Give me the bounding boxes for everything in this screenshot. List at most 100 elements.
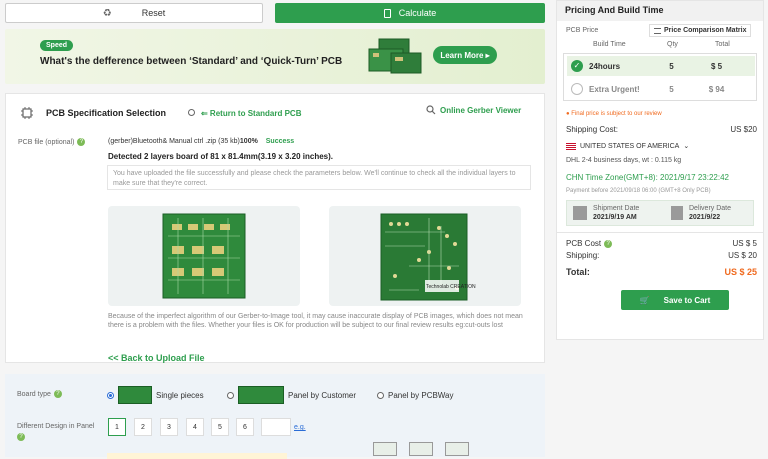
design-in-panel-label: Different Design in Panel ?	[17, 422, 97, 442]
divider	[557, 232, 763, 233]
promo-banner[interactable]: Speed What's the defference between ‘Sta…	[5, 29, 545, 84]
pcb-stack-image	[368, 38, 422, 74]
reset-label: Reset	[141, 8, 166, 18]
pcb-file-label: PCB file (optional) ?	[18, 138, 86, 146]
save-to-cart-label: Save to Cart	[663, 295, 711, 305]
gerber-viewer-link[interactable]: Online Gerber Viewer	[426, 105, 521, 115]
help-icon[interactable]: ?	[53, 390, 62, 398]
help-icon[interactable]: ?	[17, 433, 25, 441]
build-time-24h: 24hours	[589, 61, 621, 71]
delivery-icon	[671, 206, 683, 220]
design-option-2[interactable]: 2	[134, 418, 152, 436]
timezone-text: CHN Time Zone(GMT+8): 2021/9/17 23:22:42	[566, 173, 729, 182]
calculate-label: Calculate	[398, 8, 437, 18]
pcb-cost-label: PCB Cost ?	[566, 239, 613, 248]
price-matrix-button[interactable]: Price Comparison Matrix	[649, 24, 752, 37]
single-radio[interactable]	[107, 391, 114, 399]
panel-icon	[373, 442, 397, 456]
eg-link[interactable]: e.g.	[294, 424, 306, 431]
price-matrix-label: Price Comparison Matrix	[664, 27, 747, 34]
pcb-cost-value: US $ 5	[732, 239, 757, 248]
pcb-spec-panel: PCB Specification Selection ⇐ Return to …	[5, 93, 545, 363]
single-label: Single pieces	[156, 390, 204, 400]
panel-board-icon	[238, 386, 284, 404]
total-label: Total:	[566, 267, 590, 277]
panel-pcbway-radio[interactable]	[377, 392, 384, 399]
pcb-file-label-text: PCB file (optional)	[18, 138, 75, 146]
board-type-label: Board type ?	[17, 390, 62, 398]
banner-title: What's the defference between ‘Standard’…	[40, 56, 343, 67]
recycle-icon: ♻	[102, 7, 112, 19]
design-option-5[interactable]: 5	[211, 418, 229, 436]
pcb-top-image[interactable]	[108, 206, 300, 306]
chevron-down-icon: ⌄	[683, 143, 690, 150]
payment-note: Payment before 2021/09/18 06:00 (GMT+8 O…	[566, 188, 711, 194]
build-time-urgent: Extra Urgent!	[589, 84, 640, 94]
file-status: Success	[265, 138, 295, 145]
reset-button[interactable]: ♻ Reset	[5, 3, 263, 23]
country-name: UNITED STATES OF AMERICA	[580, 142, 680, 150]
dhl-label: DHL	[566, 157, 580, 164]
pcb-bottom-image[interactable]: Technolab CREATION	[329, 206, 521, 306]
build-row-24h[interactable]: ✓ 24hours 5 $ 5	[567, 56, 755, 76]
qty-24h: 5	[669, 61, 674, 71]
file-percent: 100%	[239, 138, 258, 145]
board-type-label-text: Board type	[17, 390, 51, 398]
pcb-price-label: PCB Price	[566, 27, 599, 34]
return-standard-link[interactable]: ⇐ Return to Standard PCB	[201, 109, 301, 118]
box-icon	[573, 206, 587, 220]
help-icon[interactable]: ?	[604, 239, 613, 248]
country-select[interactable]: UNITED STATES OF AMERICA ⌄	[566, 142, 689, 150]
total-urgent: $ 94	[708, 84, 725, 94]
total-value: US $ 25	[724, 267, 757, 277]
pcb-top-render	[162, 213, 246, 299]
ship-date: 2021/9/19 AM	[593, 214, 637, 221]
option-panel-customer[interactable]: Panel by Customer	[227, 386, 356, 404]
shipping-cost-label: Shipping Cost:	[566, 125, 619, 134]
pcb-cost-label-text: PCB Cost	[566, 239, 602, 248]
final-price-note: ● Final price is subject to our review	[566, 111, 662, 117]
design-option-1[interactable]: 1	[108, 418, 126, 436]
design-option-6[interactable]: 6	[236, 418, 254, 436]
delivery-date: 2021/9/22	[689, 214, 721, 221]
design-option-3[interactable]: 3	[160, 418, 178, 436]
list-icon	[654, 27, 661, 34]
yellow-field[interactable]	[107, 453, 287, 459]
qty-urgent: 5	[669, 84, 674, 94]
spec-title: PCB Specification Selection	[46, 108, 167, 118]
warning-icon: ●	[566, 111, 570, 117]
cart-icon: 🛒	[639, 295, 650, 305]
calculate-button[interactable]: Calculate	[275, 3, 545, 23]
pricing-panel: Pricing And Build Time PCB Price Price C…	[556, 0, 764, 340]
speed-tag: Speed	[40, 40, 74, 51]
help-icon[interactable]: ?	[77, 138, 86, 146]
gerber-disclaimer: Because of the imperfect algorithm of ou…	[108, 313, 523, 329]
chip-icon	[21, 107, 33, 119]
dhl-info: DHL 2-4 business days, wt : 0.115 kg	[566, 157, 681, 164]
option-panel-pcbway[interactable]: Panel by PCBWay	[377, 391, 454, 400]
option-single-pieces[interactable]: Single pieces	[107, 386, 204, 404]
return-radio[interactable]	[188, 109, 195, 118]
build-options: ✓ 24hours 5 $ 5 Extra Urgent! 5 $ 94	[563, 53, 757, 101]
panel-customer-label: Panel by Customer	[288, 390, 357, 400]
panel-customer-radio[interactable]	[227, 391, 234, 399]
panel-pcbway-label: Panel by PCBWay	[388, 391, 454, 400]
shipping-label: Shipping:	[566, 251, 600, 260]
design-custom-input[interactable]	[261, 418, 291, 436]
silkscreen-text: Technolab CREATION	[426, 284, 476, 290]
calculator-icon	[383, 8, 391, 18]
design-option-4[interactable]: 4	[186, 418, 204, 436]
back-to-upload-link[interactable]: << Back to Upload File	[108, 353, 205, 363]
gerber-viewer-label: Online Gerber Viewer	[440, 105, 522, 115]
final-note-text: Final price is subject to our review	[571, 111, 662, 117]
panel-icon	[409, 442, 433, 456]
file-info: (gerber)Bluetooth& Manual ctrl .zip (35 …	[108, 138, 294, 145]
learn-more-button[interactable]: Learn More ▸	[433, 46, 497, 64]
design-label-text: Different Design in Panel	[17, 423, 95, 430]
panel-icon	[445, 442, 469, 456]
build-row-urgent[interactable]: Extra Urgent! 5 $ 94	[567, 79, 755, 99]
dhl-weight: wt : 0.115 kg	[642, 157, 682, 164]
dhl-days: 2-4 business days,	[581, 157, 641, 164]
file-name: (gerber)Bluetooth& Manual ctrl .zip (35 …	[108, 138, 240, 145]
save-to-cart-button[interactable]: 🛒 Save to Cart	[621, 290, 729, 310]
